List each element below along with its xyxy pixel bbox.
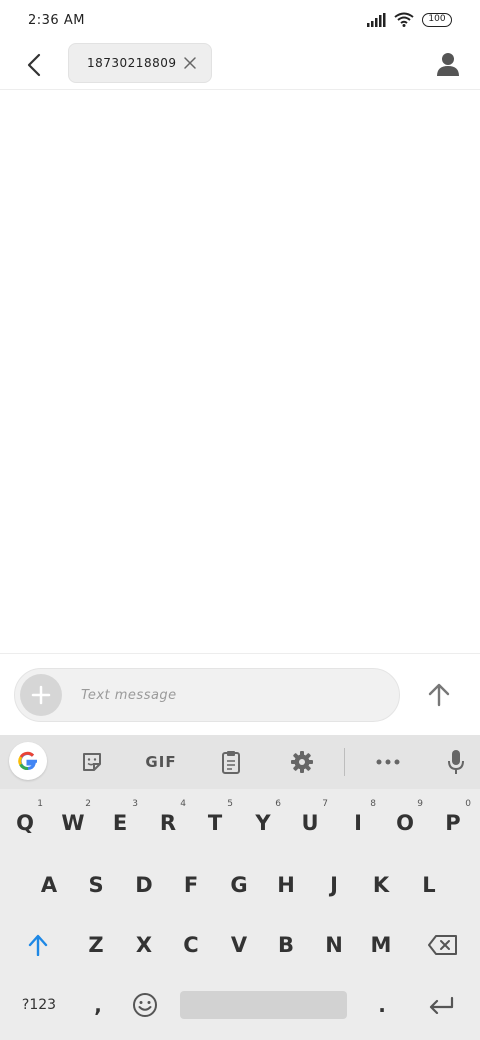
google-icon xyxy=(18,751,37,771)
comma-key[interactable]: , xyxy=(78,979,118,1031)
backspace-key[interactable] xyxy=(416,919,470,971)
back-button[interactable] xyxy=(18,48,50,82)
more-button[interactable] xyxy=(372,744,404,780)
key-s[interactable]: S xyxy=(76,859,116,911)
key-j[interactable]: J xyxy=(314,859,354,911)
key-a[interactable]: A xyxy=(29,859,69,911)
chevron-left-icon xyxy=(27,53,41,77)
key-d[interactable]: D xyxy=(124,859,164,911)
space-bar[interactable] xyxy=(180,991,347,1019)
key-m[interactable]: M xyxy=(361,919,401,971)
symbols-key[interactable]: ?123 xyxy=(10,979,68,1031)
google-button[interactable] xyxy=(9,742,47,780)
key-i[interactable]: I8 xyxy=(338,797,378,849)
key-z[interactable]: Z xyxy=(76,919,116,971)
key-q[interactable]: Q1 xyxy=(5,797,45,849)
microphone-icon xyxy=(448,750,464,774)
shift-icon xyxy=(28,934,48,956)
key-o[interactable]: O9 xyxy=(385,797,425,849)
emoji-key[interactable] xyxy=(124,979,166,1031)
recipient-number: 18730218809 xyxy=(87,56,177,70)
clipboard-button[interactable] xyxy=(216,744,246,780)
send-button[interactable] xyxy=(420,676,458,714)
key-l[interactable]: L xyxy=(409,859,449,911)
status-bar: 2:36 AM 100 xyxy=(0,0,480,44)
key-g[interactable]: G xyxy=(219,859,259,911)
keyboard-toolbar: GIF xyxy=(0,735,480,789)
key-v[interactable]: V xyxy=(219,919,259,971)
status-icons: 100 xyxy=(366,12,452,27)
key-u[interactable]: U7 xyxy=(290,797,330,849)
period-key[interactable]: . xyxy=(362,979,402,1031)
shift-key[interactable] xyxy=(10,919,66,971)
arrow-up-icon xyxy=(428,683,450,707)
message-thread xyxy=(0,91,480,653)
clipboard-icon xyxy=(222,751,240,774)
recipient-chip[interactable]: 18730218809 xyxy=(68,43,212,83)
gif-button[interactable]: GIF xyxy=(140,744,182,780)
keyboard: GIF Q 1 W 2 E 3 R 4 T 5 Y 6 U 7 I 8 O 9 … xyxy=(0,735,480,1040)
key-x[interactable]: X xyxy=(124,919,164,971)
more-horizontal-icon xyxy=(376,759,400,765)
battery-indicator: 100 xyxy=(422,12,452,27)
key-f[interactable]: F xyxy=(171,859,211,911)
gear-icon xyxy=(291,751,313,773)
add-attachment-button[interactable] xyxy=(20,674,62,716)
settings-button[interactable] xyxy=(287,744,317,780)
key-n[interactable]: N xyxy=(314,919,354,971)
key-r[interactable]: R4 xyxy=(148,797,188,849)
app-bar: 18730218809 xyxy=(0,43,480,90)
plus-icon xyxy=(31,685,51,705)
key-p[interactable]: P0 xyxy=(433,797,473,849)
backspace-icon xyxy=(428,935,457,955)
voice-input-button[interactable] xyxy=(441,744,471,780)
emoji-icon xyxy=(133,993,157,1017)
key-h[interactable]: H xyxy=(266,859,306,911)
sticker-icon xyxy=(83,753,101,771)
compose-field[interactable]: Text message xyxy=(14,668,400,722)
key-t[interactable]: T5 xyxy=(195,797,235,849)
status-time: 2:36 AM xyxy=(28,13,85,28)
toolbar-divider xyxy=(344,748,345,776)
key-b[interactable]: B xyxy=(266,919,306,971)
key-y[interactable]: Y6 xyxy=(243,797,283,849)
key-k[interactable]: K xyxy=(361,859,401,911)
sticker-button[interactable] xyxy=(76,744,108,780)
wifi-icon xyxy=(394,12,414,27)
gif-label: GIF xyxy=(145,753,177,771)
message-input-placeholder[interactable]: Text message xyxy=(81,688,177,703)
close-icon[interactable] xyxy=(183,56,197,70)
key-w[interactable]: W2 xyxy=(53,797,93,849)
contact-button[interactable] xyxy=(432,48,464,80)
compose-bar: Text message xyxy=(0,653,480,735)
signal-icon xyxy=(367,12,386,27)
enter-icon xyxy=(429,996,454,1014)
key-c[interactable]: C xyxy=(171,919,211,971)
key-e[interactable]: E3 xyxy=(100,797,140,849)
person-icon xyxy=(437,53,459,76)
enter-key[interactable] xyxy=(418,979,464,1031)
